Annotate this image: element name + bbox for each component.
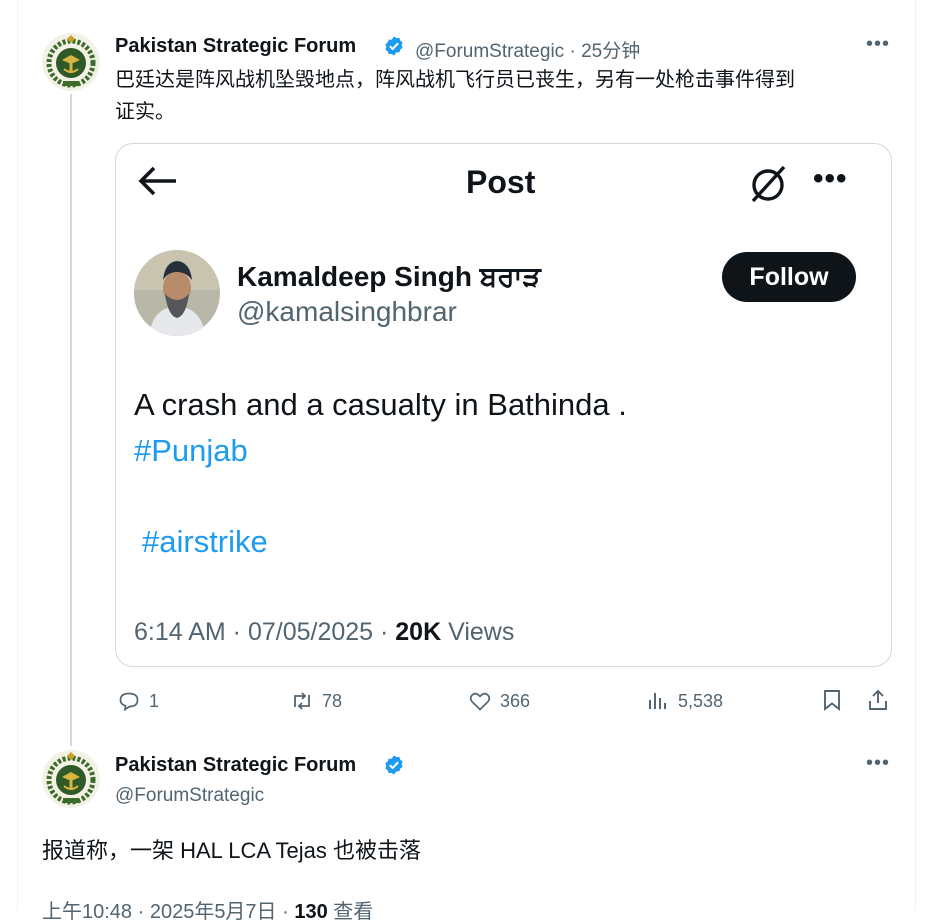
views-button[interactable]: 5,538 (646, 688, 723, 714)
avatar[interactable] (42, 33, 100, 91)
timeline-border-left (17, 0, 18, 911)
share-icon[interactable] (866, 688, 890, 712)
grok-icon (751, 165, 786, 203)
verified-badge-icon[interactable] (383, 35, 405, 57)
more-icon[interactable]: ••• (866, 33, 890, 56)
reply-icon (119, 692, 139, 712)
verified-badge-icon[interactable] (383, 754, 405, 776)
like-count: 366 (500, 690, 531, 711)
pakistan-strategic-forum-emblem (42, 33, 100, 91)
author-handle[interactable]: @ForumStrategic (415, 41, 564, 62)
like-button[interactable]: 366 (468, 688, 530, 714)
timestamp[interactable]: 25分钟 (581, 41, 640, 62)
quoted-post-meta: 6:14 AM · 07/05/2025 · 20K Views (134, 618, 514, 647)
author-name[interactable]: Pakistan Strategic Forum (115, 35, 356, 58)
more-icon[interactable]: ••• (866, 752, 890, 775)
reply-count: 1 (149, 690, 160, 711)
quoted-views-label: Views (441, 618, 515, 646)
author-handle-and-time[interactable]: @ForumStrategic · 25分钟 (415, 36, 640, 63)
profile-photo (134, 250, 220, 336)
author-name[interactable]: Pakistan Strategic Forum (115, 754, 356, 777)
repost-count: 78 (322, 690, 343, 711)
reply-button[interactable]: 1 (117, 688, 159, 714)
post-meta: 上午10:48 · 2025年5月7日 · 130 查看 (42, 895, 373, 924)
tweet-text: 报道称，一架 HAL LCA Tejas 也被击落 (42, 838, 421, 863)
tweet-text-line: 证实。 (115, 101, 175, 123)
follow-button: Follow (722, 252, 856, 302)
views-icon (649, 693, 666, 709)
quoted-views-count: 20K (395, 618, 442, 646)
views-count: 130 (294, 901, 328, 923)
quoted-author-handle: @kamalsinghbrar (237, 296, 457, 327)
quoted-post-body: A crash and a casualty in Bathinda . (134, 387, 627, 422)
post-header-title: Post (466, 164, 536, 200)
thread-connector-line (70, 94, 72, 746)
hashtag-punjab: #Punjab (134, 433, 248, 468)
quoted-post-time: 6:14 AM · 07/05/2025 · (134, 618, 396, 646)
post-time[interactable]: 上午10:48 · 2025年5月7日 · (42, 901, 294, 923)
pakistan-strategic-forum-emblem (42, 750, 100, 808)
timeline-border-right (915, 0, 916, 911)
tweet-text-line: 巴廷达是阵风战机坠毁地点，阵风战机飞行员已丧生，另有一处枪击事件得到 (115, 69, 795, 91)
views-count: 5,538 (678, 690, 724, 711)
like-icon (469, 692, 491, 711)
hashtag-airstrike: #airstrike (142, 524, 268, 559)
bookmark-icon[interactable] (820, 688, 844, 712)
embedded-post-screenshot[interactable]: Post ••• Kamaldeep Singh ਬਰਾੜ @kamalsing… (115, 143, 892, 667)
quoted-author-name: Kamaldeep Singh ਬਰਾੜ (237, 261, 541, 292)
repost-icon (294, 692, 310, 710)
avatar[interactable] (42, 750, 100, 808)
views-label: 查看 (327, 901, 374, 923)
repost-button[interactable]: 78 (290, 688, 342, 714)
separator-dot: · (564, 41, 582, 62)
avatar (134, 250, 220, 336)
tweet-text: 巴廷达是阵风战机坠毁地点，阵风战机飞行员已丧生，另有一处枪击事件得到 证实。 (115, 64, 795, 128)
author-handle[interactable]: @ForumStrategic (115, 785, 264, 807)
back-arrow-icon (138, 164, 178, 207)
more-icon: ••• (813, 162, 848, 195)
